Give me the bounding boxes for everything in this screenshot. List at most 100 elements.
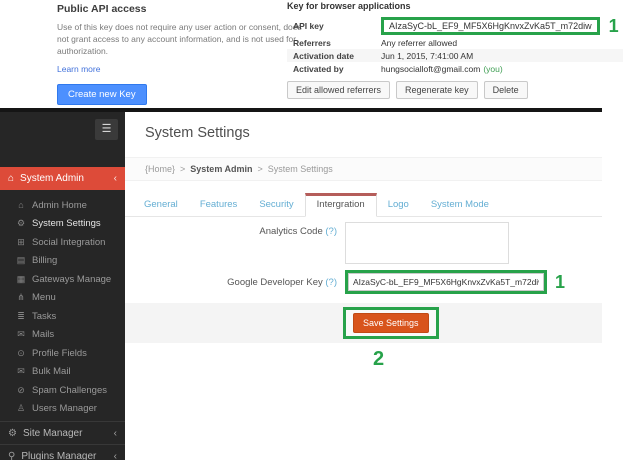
developer-key-label-text: Google Developer Key (227, 277, 323, 288)
sidebar-item-label: Billing (32, 255, 57, 266)
tab-system-mode[interactable]: System Mode (420, 194, 500, 216)
sidebar-item-label: Admin Home (32, 200, 87, 211)
activated-by-value: hungsocialloft@gmail.com (381, 64, 480, 74)
share-icon: ⊞ (15, 237, 27, 248)
api-key-row: API key AIzaSyC-bL_EF9_MF5X6HgKnvxZvKa5T… (287, 15, 623, 36)
sidebar-item-billing[interactable]: ▤ Billing (0, 252, 125, 271)
sidebar-item-system-settings[interactable]: ⚙ System Settings (0, 215, 125, 234)
sidebar-section-label: Site Manager (23, 428, 82, 439)
screenshot-root: Public API access Use of this key does n… (0, 0, 627, 460)
regenerate-key-button[interactable]: Regenerate key (396, 81, 478, 99)
edit-allowed-referrers-button[interactable]: Edit allowed referrers (287, 81, 390, 99)
create-new-key-button[interactable]: Create new Key (57, 84, 147, 105)
sidebar-item-profile-fields[interactable]: ⊙ Profile Fields (0, 344, 125, 363)
annotation-1: 1 (555, 273, 565, 291)
tab-intergration[interactable]: Intergration (305, 193, 377, 217)
form-footer-strip: Save Settings (125, 303, 602, 343)
user-icon: ♙ (15, 403, 27, 414)
public-api-access-heading: Public API access (57, 3, 305, 15)
public-api-access-description: Use of this key does not require any use… (57, 22, 305, 58)
question-circle-icon: ⊘ (15, 385, 27, 396)
sidebar-section-label: Plugins Manager (21, 451, 96, 460)
sidebar-item-label: Profile Fields (32, 348, 87, 359)
sidebar-item-bulk-mail[interactable]: ✉ Bulk Mail (0, 363, 125, 382)
chevron-left-icon: ‹ (114, 451, 117, 460)
menu-icon[interactable]: ☰ (95, 119, 118, 140)
plug-icon: ⚲ (8, 451, 15, 460)
tab-general[interactable]: General (133, 194, 189, 216)
annotation-1: 1 (609, 17, 619, 35)
check-circle-icon: ⊙ (15, 348, 27, 359)
sidebar-item-tasks[interactable]: ≣ Tasks (0, 307, 125, 326)
annotation-2: 2 (373, 349, 384, 369)
sidebar-item-users-manager[interactable]: ♙ Users Manager (0, 400, 125, 419)
referrers-row: Referrers Any referrer allowed (287, 36, 623, 49)
tab-features[interactable]: Features (189, 194, 249, 216)
settings-tabs: General Features Security Intergration L… (125, 191, 602, 217)
chevron-left-icon: ‹ (114, 428, 117, 439)
sidebar-item-label: Spam Challenges (32, 385, 107, 396)
credit-card-icon: ▦ (15, 274, 27, 285)
page-title: System Settings (145, 125, 250, 141)
sidebar-item-mails[interactable]: ✉ Mails (0, 326, 125, 345)
activation-date-row: Activation date Jun 1, 2015, 7:41:00 AM (287, 49, 623, 62)
sidebar-item-label: Mails (32, 329, 54, 340)
highlight-box-save-button: Save Settings (343, 307, 439, 339)
envelope-icon: ✉ (15, 329, 27, 340)
activation-date-label: Activation date (293, 51, 381, 61)
developer-key-row: Google Developer Key (?) 1 (125, 270, 602, 294)
list-icon: ≣ (15, 311, 27, 322)
admin-panel-window: ☰ ⌂ System Admin ‹ ⌂ Admin Home ⚙ System… (0, 108, 602, 460)
browser-key-heading: Key for browser applications (287, 1, 623, 11)
public-api-access-panel: Public API access Use of this key does n… (57, 3, 305, 105)
sidebar-nav: ⌂ Admin Home ⚙ System Settings ⊞ Social … (0, 196, 125, 418)
activated-by-label: Activated by (293, 64, 381, 74)
activation-date-value: Jun 1, 2015, 7:41:00 AM (381, 51, 473, 61)
breadcrumb-current-page: System Settings (268, 164, 333, 174)
sidebar-item-label: Tasks (32, 311, 56, 322)
tab-security[interactable]: Security (248, 194, 304, 216)
gear-icon: ⚙ (15, 218, 27, 229)
help-icon[interactable]: (?) (325, 277, 337, 288)
highlight-box-developer-key (345, 270, 547, 294)
envelope-icon: ✉ (15, 366, 27, 377)
sidebar-item-label: Bulk Mail (32, 366, 71, 377)
sidebar-item-label: Menu (32, 292, 56, 303)
referrers-label: Referrers (293, 38, 381, 48)
api-key-label: API key (293, 21, 381, 31)
delete-key-button[interactable]: Delete (484, 81, 528, 99)
google-developer-key-input[interactable] (348, 273, 544, 291)
activated-by-row: Activated by hungsocialloft@gmail.com (y… (287, 62, 623, 75)
save-settings-button[interactable]: Save Settings (353, 313, 429, 333)
breadcrumb-separator: > (180, 164, 185, 174)
sidebar-item-admin-home[interactable]: ⌂ Admin Home (0, 196, 125, 215)
analytics-code-row: Analytics Code (?) (125, 222, 602, 264)
analytics-code-textarea[interactable] (345, 222, 509, 264)
analytics-code-label: Analytics Code (?) (125, 222, 345, 237)
breadcrumb: {Home} > System Admin > System Settings (125, 157, 602, 181)
help-icon[interactable]: (?) (325, 226, 337, 237)
admin-main-content: System Settings {Home} > System Admin > … (125, 112, 602, 460)
sidebar-item-spam-challenges[interactable]: ⊘ Spam Challenges (0, 381, 125, 400)
chevron-left-icon: ‹ (114, 173, 117, 184)
breadcrumb-home-link[interactable]: {Home} (145, 164, 175, 174)
sidebar-section-system-admin[interactable]: ⌂ System Admin ‹ (0, 167, 125, 190)
sidebar-section-plugins-manager[interactable]: ⚲ Plugins Manager ‹ (0, 444, 125, 460)
key-actions-row: Edit allowed referrers Regenerate key De… (287, 81, 623, 99)
learn-more-link[interactable]: Learn more (57, 64, 100, 74)
breadcrumb-system-admin-link[interactable]: System Admin (190, 164, 252, 174)
gears-icon: ⚙ (8, 428, 17, 439)
sidebar-item-gateways-manage[interactable]: ▦ Gateways Manage (0, 270, 125, 289)
sidebar-item-social-integration[interactable]: ⊞ Social Integration (0, 233, 125, 252)
activated-by-you-suffix: (you) (483, 64, 502, 74)
referrers-value: Any referrer allowed (381, 38, 457, 48)
tab-logo[interactable]: Logo (377, 194, 420, 216)
credit-card-icon: ▤ (15, 255, 27, 266)
sidebar-item-menu[interactable]: ⋔ Menu (0, 289, 125, 308)
api-key-value: AIzaSyC-bL_EF9_MF5X6HgKnvxZvKa5T_m72diw (389, 21, 592, 31)
sidebar-item-label: Social Integration (32, 237, 105, 248)
sidebar-section-site-manager[interactable]: ⚙ Site Manager ‹ (0, 421, 125, 444)
home-icon: ⌂ (8, 173, 14, 184)
developer-key-label: Google Developer Key (?) (125, 277, 345, 288)
sidebar-section-label: System Admin (20, 173, 84, 184)
